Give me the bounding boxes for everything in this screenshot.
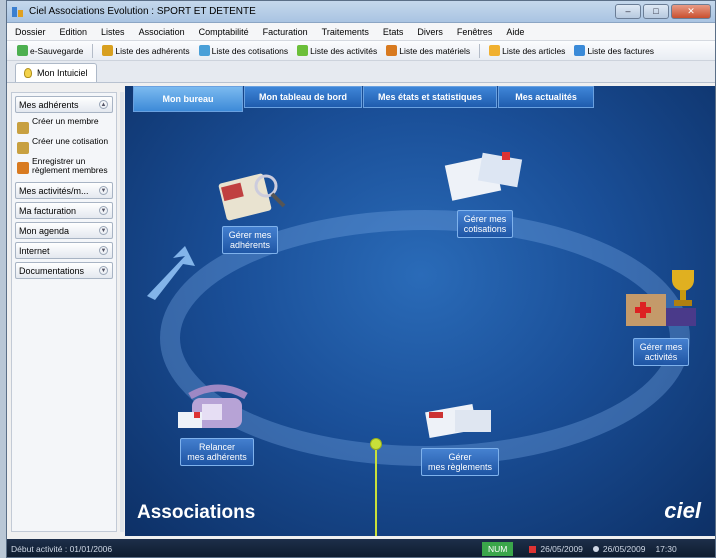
toolbar-separator [479,43,481,58]
telephone-icon [178,384,248,428]
sidebar-splitter[interactable] [120,92,124,532]
desk-tabs: Mon bureau Mon tableau de bord Mes états… [133,86,595,112]
articles-list-button[interactable]: Liste des articles [489,45,565,56]
status-num-lock: NUM [482,542,514,556]
tile-gerer-activites[interactable]: Gérer mes activités [611,264,711,366]
activities-list-button[interactable]: Liste des activités [297,45,377,56]
record-payment-link[interactable]: Enregistrer un règlement membres [15,157,113,175]
sidebar-section-activites[interactable]: Mes activités/m... ▼ [15,182,113,199]
tile-label: Gérer mes règlements [420,448,500,476]
pin-marker [370,438,382,450]
menu-bar: Dossier Edition Listes Association Compt… [7,23,715,41]
tile-label: Relancer mes adhérents [180,438,254,466]
toolbar-separator [92,43,94,58]
invoices-list-button[interactable]: Liste des factures [574,45,654,56]
tab-mon-bureau[interactable]: Mon bureau [133,86,243,112]
menu-aide[interactable]: Aide [506,27,524,37]
content-area: Mes adhérents ▲ Créer un membre Créer un… [7,84,715,536]
payment-icon [17,162,29,174]
activities-list-icon [297,45,309,56]
menu-comptabilite[interactable]: Comptabilité [199,27,249,37]
chevron-down-icon[interactable]: ▼ [99,226,108,235]
create-contribution-link[interactable]: Créer une cotisation [15,137,113,154]
tile-relancer-adherents[interactable]: Relancer mes adhérents [167,382,267,466]
chevron-down-icon[interactable]: ▼ [99,246,108,255]
toolbar: e-Sauvegarde Liste des adhérents Liste d… [7,41,715,61]
tile-label: Gérer mes cotisations [456,210,514,238]
status-time: 17:30 [655,544,677,554]
sidebar-section-documentations[interactable]: Documentations ▼ [15,262,113,279]
menu-association[interactable]: Association [139,27,185,37]
lightbulb-icon [24,68,32,78]
associations-brand: Associations [137,502,256,523]
activities-kit-icon [626,270,696,326]
tab-mon-intuiciel[interactable]: Mon Intuiciel [15,63,97,82]
title-bar: Ciel Associations Evolution : SPORT ET D… [7,1,715,23]
ciel-logo: ciel [664,498,701,524]
menu-dossier[interactable]: Dossier [15,27,46,37]
sidebar-section-internet[interactable]: Internet ▼ [15,242,113,259]
menu-edition[interactable]: Edition [60,27,88,37]
tab-actualites[interactable]: Mes actualités [498,86,595,108]
contributions-list-button[interactable]: Liste des cotisations [198,45,288,56]
contribution-icon [17,142,29,154]
status-bar: Début activité : 01/01/2006 NUM 26/05/20… [7,539,715,557]
app-logo-icon [12,6,23,17]
clock-icon [592,546,599,552]
pin-line [375,450,377,536]
document-tab-bar: Mon Intuiciel [7,61,715,83]
invoices-list-icon [574,45,586,56]
minimize-button[interactable]: – [615,4,641,19]
tab-label: Mon Intuiciel [37,68,88,78]
chevron-up-icon[interactable]: ▲ [99,100,108,109]
e-sauvegarde-button[interactable]: e-Sauvegarde [17,45,83,56]
payments-documents-icon [425,404,491,438]
tab-etats-statistiques[interactable]: Mes états et statistiques [363,86,498,108]
tile-label: Gérer mes adhérents [221,226,279,254]
desktop-panel: Mon bureau Mon tableau de bord Mes états… [125,86,715,536]
menu-facturation[interactable]: Facturation [263,27,308,37]
members-list-icon [102,45,114,56]
window-title: Ciel Associations Evolution : SPORT ET D… [29,6,256,17]
sidebar: Mes adhérents ▲ Créer un membre Créer un… [11,92,117,532]
maximize-button[interactable]: □ [643,4,669,19]
menu-fenetres[interactable]: Fenêtres [457,27,493,37]
tile-label: Gérer mes activités [632,338,690,366]
members-book-icon [218,173,286,221]
contributions-documents-icon [444,152,523,201]
chevron-down-icon[interactable]: ▼ [99,266,108,275]
sidebar-section-adherents[interactable]: Mes adhérents ▲ [15,96,113,113]
ciel-logo-text: ciel [664,498,701,523]
create-member-link[interactable]: Créer un membre [15,117,113,134]
menu-etats[interactable]: Etats [383,27,404,37]
sidebar-section-facturation[interactable]: Ma facturation ▼ [15,202,113,219]
calendar-icon [529,545,537,553]
close-button[interactable]: ✕ [671,4,711,19]
materials-list-button[interactable]: Liste des matériels [386,45,470,56]
contributions-list-icon [198,45,210,56]
menu-traitements[interactable]: Traitements [322,27,369,37]
menu-divers[interactable]: Divers [417,27,443,37]
chevron-down-icon[interactable]: ▼ [99,186,108,195]
member-icon [17,122,29,134]
tile-gerer-cotisations[interactable]: Gérer mes cotisations [435,148,535,238]
chevron-down-icon[interactable]: ▼ [99,206,108,215]
status-activity-start: Début activité : 01/01/2006 [11,544,113,554]
menu-listes[interactable]: Listes [101,27,125,37]
save-icon [17,45,28,56]
materials-list-icon [386,45,398,56]
status-date-2: 26/05/2009 [592,544,645,554]
sidebar-section-agenda[interactable]: Mon agenda ▼ [15,222,113,239]
sidebar-adherents-links: Créer un membre Créer une cotisation Enr… [15,115,113,179]
tile-gerer-reglements[interactable]: Gérer mes règlements [405,396,515,476]
tile-gerer-adherents[interactable]: Gérer mes adhérents [205,164,295,254]
app-window: Ciel Associations Evolution : SPORT ET D… [6,0,716,558]
members-list-button[interactable]: Liste des adhérents [102,45,190,56]
articles-list-icon [489,45,501,56]
tab-tableau-de-bord[interactable]: Mon tableau de bord [244,86,363,108]
status-date-1: 26/05/2009 [529,544,583,554]
